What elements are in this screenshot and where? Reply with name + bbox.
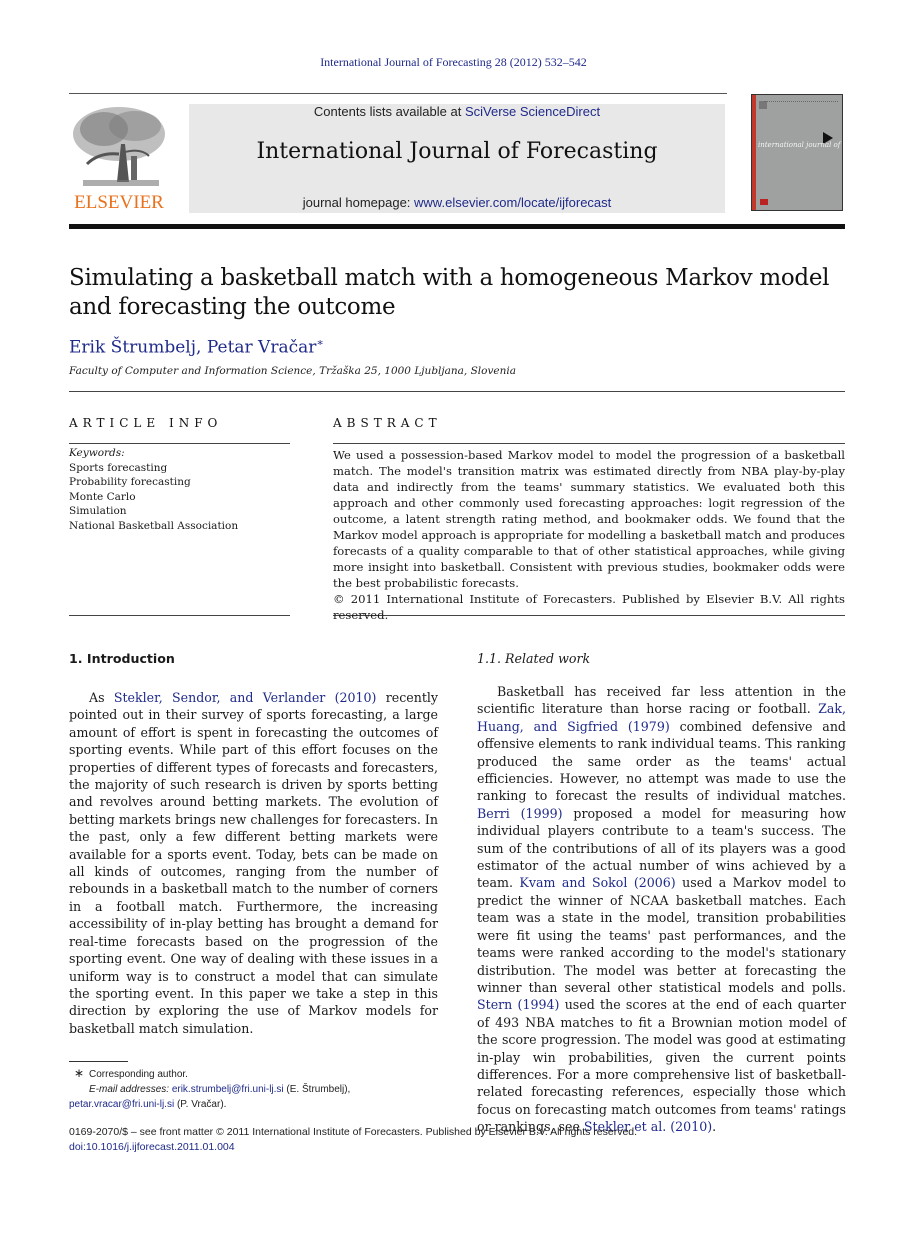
keyword: Probability forecasting: [69, 476, 191, 488]
abstract-text: We used a possession-based Markov model …: [333, 448, 845, 590]
header-rule: [69, 93, 727, 94]
email-link[interactable]: erik.strumbelj@fri.uni-lj.si: [172, 1084, 284, 1095]
abstract-copyright: © 2011 International Institute of Foreca…: [333, 592, 845, 622]
keyword: Monte Carlo: [69, 490, 136, 503]
tree-icon: [73, 107, 165, 186]
citation-link[interactable]: Kvam and Sokol (2006): [519, 875, 675, 890]
email-link[interactable]: petar.vracar@fri.uni-lj.si: [69, 1099, 174, 1110]
citation-link[interactable]: Berri (1999): [477, 806, 563, 821]
keywords-block: Keywords: Sports forecasting Probability…: [69, 446, 290, 533]
cover-spine: [752, 95, 756, 210]
elsevier-wordmark: ELSEVIER: [74, 192, 164, 213]
corresponding-mark[interactable]: ∗: [316, 336, 323, 349]
keyword: National Basketball Association: [69, 519, 239, 532]
keyword: Simulation: [69, 505, 127, 517]
homepage-line: journal homepage: www.elsevier.com/locat…: [302, 195, 612, 210]
sciencedirect-link[interactable]: SciVerse ScienceDirect: [465, 104, 600, 119]
cover-title: international journal of forecasting: [758, 141, 842, 149]
affiliation: Faculty of Computer and Information Scie…: [69, 365, 517, 377]
divider: [69, 443, 290, 444]
section-heading-introduction: 1. Introduction: [69, 651, 175, 666]
author-list: Erik Štrumbelj, Petar Vračar∗: [69, 336, 324, 358]
article-info-heading: ARTICLE INFO: [69, 416, 223, 430]
divider: [69, 391, 845, 392]
related-work-text: Basketball has received far less attenti…: [477, 683, 846, 1136]
footnote-rule: [69, 1061, 128, 1062]
article-title: Simulating a basketball match with a hom…: [69, 265, 830, 320]
paragraph: As Stekler, Sendor, and Verlander (2010)…: [69, 690, 439, 1036]
author-link[interactable]: Petar Vračar: [207, 338, 317, 358]
issn-line: 0169-2070/$ – see front matter © 2011 In…: [69, 1126, 638, 1138]
keywords-label: Keywords:: [69, 447, 125, 459]
front-matter: 0169-2070/$ – see front matter © 2011 In…: [69, 1125, 849, 1155]
header-thick-rule: [69, 224, 845, 229]
doi-link[interactable]: doi:10.1016/j.ijforecast.2011.01.004: [69, 1141, 235, 1153]
paragraph: Basketball has received far less attenti…: [477, 684, 846, 1135]
keyword: Sports forecasting: [69, 461, 168, 474]
elsevier-logo[interactable]: ELSEVIER: [69, 104, 169, 214]
divider: [69, 615, 290, 616]
author-link[interactable]: Erik Štrumbelj: [69, 338, 196, 358]
journal-homepage-link[interactable]: www.elsevier.com/locate/ijforecast: [414, 195, 611, 210]
citation-link[interactable]: Stern (1994): [477, 997, 559, 1012]
journal-banner: Contents lists available at SciVerse Sci…: [189, 104, 725, 213]
cover-publisher-icon: [760, 199, 768, 205]
cover-header-lines: [764, 101, 838, 104]
journal-cover[interactable]: international journal of forecasting: [751, 94, 843, 211]
footnote: ∗ Corresponding author. E-mail addresses:…: [69, 1066, 351, 1110]
abstract-heading: ABSTRACT: [333, 416, 442, 430]
divider: [333, 443, 845, 444]
abstract-body: We used a possession-based Markov model …: [333, 447, 845, 623]
footnote-mark: ∗: [73, 1066, 85, 1080]
section-heading-related-work: 1.1. Related work: [477, 651, 591, 666]
introduction-text: As Stekler, Sendor, and Verlander (2010)…: [69, 689, 438, 1037]
contents-line: Contents lists available at SciVerse Sci…: [313, 104, 601, 119]
citation-link[interactable]: Stekler, Sendor, and Verlander (2010): [114, 690, 377, 705]
running-head[interactable]: International Journal of Forecasting 28 …: [0, 55, 907, 70]
journal-title: International Journal of Forecasting: [256, 139, 658, 164]
